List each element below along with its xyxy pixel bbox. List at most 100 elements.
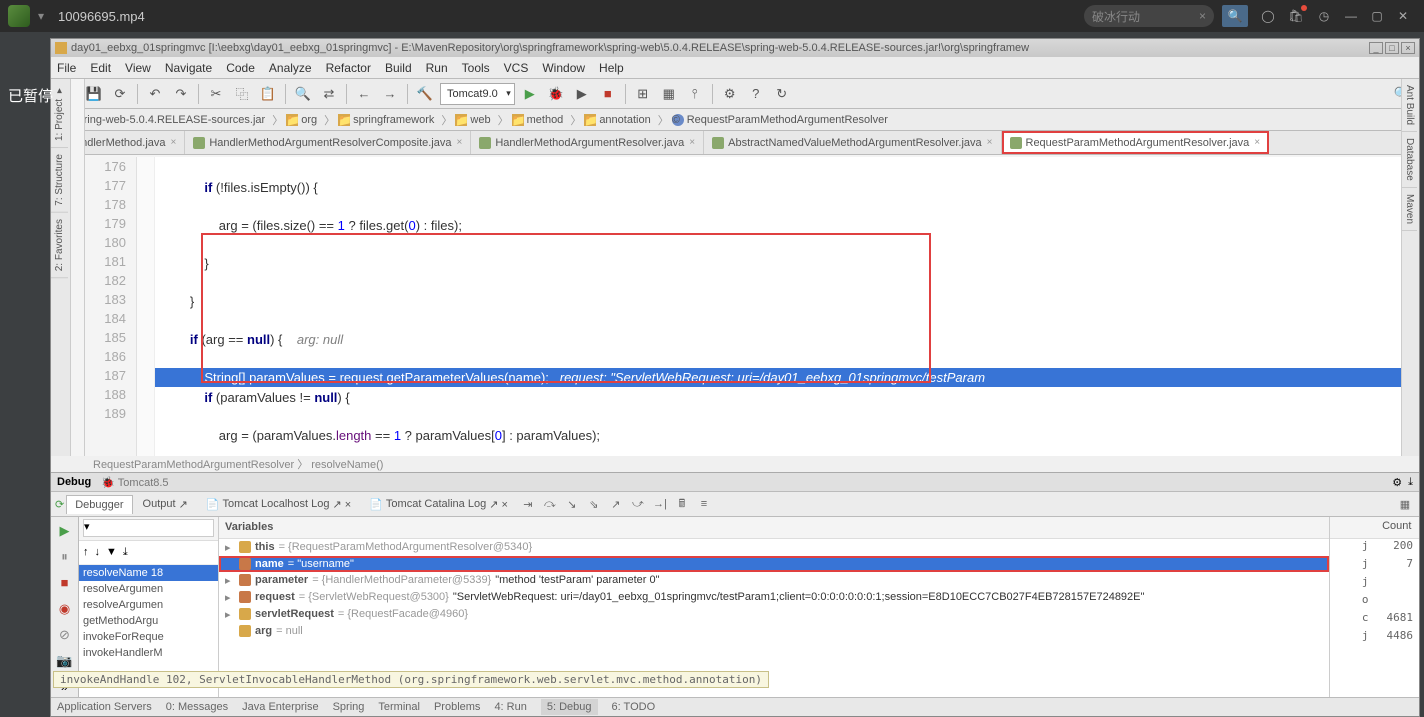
- run-to-cursor-icon[interactable]: →|: [650, 494, 670, 514]
- settings-icon[interactable]: ⚙: [719, 83, 741, 105]
- favorites-tool-tab[interactable]: 2: Favorites: [51, 213, 68, 278]
- frame-0[interactable]: resolveName 18: [79, 565, 218, 581]
- breakpoints-icon[interactable]: ◉: [55, 599, 75, 619]
- database-tab[interactable]: Database: [1402, 132, 1417, 188]
- terminal-tab[interactable]: Terminal: [378, 701, 420, 713]
- menu-analyze[interactable]: Analyze: [269, 61, 312, 75]
- resume-icon[interactable]: ▶: [55, 521, 75, 541]
- tab-2[interactable]: HandlerMethodArgumentResolver.java×: [471, 131, 704, 154]
- crumb-class[interactable]: ©RequestParamMethodArgumentResolver: [672, 114, 888, 126]
- project-tool-tab[interactable]: 1: Project ▾: [51, 79, 68, 148]
- menu-build[interactable]: Build: [385, 61, 412, 75]
- forward-icon[interactable]: →: [379, 83, 401, 105]
- tab-4[interactable]: RequestParamMethodArgumentResolver.java×: [1002, 131, 1270, 154]
- next-frame-icon[interactable]: ↓: [95, 546, 101, 558]
- crumb-method[interactable]: 📁method: [512, 114, 564, 126]
- ide-close-icon[interactable]: ×: [1401, 42, 1415, 54]
- var-name[interactable]: name = "username": [219, 556, 1329, 572]
- app-servers-tab[interactable]: Application Servers: [57, 701, 152, 713]
- todo-tab[interactable]: 6: TODO: [612, 701, 656, 713]
- drop-frame-icon[interactable]: ⤻: [628, 494, 648, 514]
- menu-window[interactable]: Window: [542, 61, 585, 75]
- paste-icon[interactable]: 📋: [257, 83, 279, 105]
- evaluate-icon[interactable]: 🖩: [672, 494, 692, 514]
- spring-tab[interactable]: Spring: [333, 701, 365, 713]
- var-servletRequest[interactable]: ▸ servletRequest = {RequestFacade@4960}: [219, 606, 1329, 623]
- search-button[interactable]: 🔍: [1222, 5, 1248, 27]
- tomcat-local-log-tab[interactable]: 📄 Tomcat Localhost Log ↗ ×: [198, 495, 359, 514]
- step-into-icon[interactable]: ↘: [562, 494, 582, 514]
- ide-maximize-icon[interactable]: □: [1385, 42, 1399, 54]
- frame-2[interactable]: resolveArgumen: [79, 597, 218, 613]
- menu-refactor[interactable]: Refactor: [326, 61, 371, 75]
- step-over-icon[interactable]: ⤼: [540, 494, 560, 514]
- chevron-down-icon[interactable]: ▾: [38, 9, 44, 23]
- menu-navigate[interactable]: Navigate: [165, 61, 212, 75]
- force-step-into-icon[interactable]: ⇘: [584, 494, 604, 514]
- maven-tab[interactable]: Maven: [1402, 188, 1417, 231]
- frame-1[interactable]: resolveArgumen: [79, 581, 218, 597]
- code-content[interactable]: if (!files.isEmpty()) { arg = (files.siz…: [155, 157, 1401, 456]
- clear-search-icon[interactable]: ×: [1199, 9, 1206, 23]
- menu-run[interactable]: Run: [426, 61, 448, 75]
- messages-tab[interactable]: 0: Messages: [166, 701, 228, 713]
- coverage-icon[interactable]: ▶: [571, 83, 593, 105]
- tomcat-catalina-log-tab[interactable]: 📄 Tomcat Catalina Log ↗ ×: [361, 495, 516, 514]
- debug-bottom-tab[interactable]: 5: Debug: [541, 699, 598, 715]
- menu-file[interactable]: File: [57, 61, 76, 75]
- help-icon[interactable]: ?: [745, 83, 767, 105]
- crumb-jar[interactable]: 📦spring-web-5.0.4.RELEASE-sources.jar: [57, 114, 265, 126]
- var-this[interactable]: ▸ this = {RequestParamMethodArgumentReso…: [219, 539, 1329, 556]
- prev-frame-icon[interactable]: ↑: [83, 546, 89, 558]
- build-icon[interactable]: 🔨: [414, 83, 436, 105]
- top-search-box[interactable]: 破冰行动 ×: [1084, 5, 1214, 27]
- cart-icon[interactable]: 🛍: [1287, 7, 1305, 25]
- frame-3[interactable]: getMethodArgu: [79, 613, 218, 629]
- structure-icon[interactable]: ⊞: [632, 83, 654, 105]
- step-out-icon[interactable]: ↗: [606, 494, 626, 514]
- profiler-icon[interactable]: ⫯: [684, 83, 706, 105]
- back-icon[interactable]: ←: [353, 83, 375, 105]
- code-editor[interactable]: 1761771781791801811821831841851861871881…: [85, 157, 1401, 456]
- output-tab[interactable]: Output ↗: [135, 495, 196, 514]
- var-parameter[interactable]: ▸ parameter = {HandlerMethodParameter@53…: [219, 572, 1329, 589]
- minimize-icon[interactable]: —: [1338, 9, 1364, 23]
- tab-1[interactable]: HandlerMethodArgumentResolverComposite.j…: [185, 131, 471, 154]
- var-request[interactable]: ▸ request = {ServletWebRequest@5300} "Se…: [219, 589, 1329, 606]
- maximize-icon[interactable]: ▢: [1364, 9, 1390, 23]
- menu-edit[interactable]: Edit: [90, 61, 111, 75]
- debug-tool-title[interactable]: Debug: [57, 476, 91, 488]
- java-enterprise-tab[interactable]: Java Enterprise: [242, 701, 318, 713]
- cut-icon[interactable]: ✂: [205, 83, 227, 105]
- var-arg[interactable]: arg = null: [219, 623, 1329, 639]
- replace-icon[interactable]: ⇄: [318, 83, 340, 105]
- stop-debug-icon[interactable]: ■: [55, 573, 75, 593]
- crumb-springframework[interactable]: 📁springframework: [338, 114, 434, 126]
- thread-combo[interactable]: ▾: [83, 519, 214, 537]
- pause-icon[interactable]: ⏸: [55, 547, 75, 567]
- trace-icon[interactable]: ≡: [694, 494, 714, 514]
- dump-icon[interactable]: 📷: [55, 651, 75, 671]
- ant-build-tab[interactable]: Ant Build: [1402, 79, 1417, 132]
- run-tab[interactable]: 4: Run: [494, 701, 526, 713]
- find-icon[interactable]: 🔍: [292, 83, 314, 105]
- tab-close-icon[interactable]: ×: [987, 137, 993, 148]
- export-frames-icon[interactable]: ⤓: [123, 546, 128, 559]
- rerun-icon[interactable]: ⟳: [55, 498, 64, 511]
- crumb-annotation[interactable]: 📁annotation: [584, 114, 650, 126]
- problems-tab[interactable]: Problems: [434, 701, 480, 713]
- debug-icon[interactable]: 🐞: [545, 83, 567, 105]
- undo-icon[interactable]: ↶: [144, 83, 166, 105]
- tab-close-icon[interactable]: ×: [171, 137, 177, 148]
- copy-icon[interactable]: ⿻: [231, 83, 253, 105]
- filter-frames-icon[interactable]: ▼: [106, 546, 117, 558]
- frame-5[interactable]: invokeHandlerM: [79, 645, 218, 661]
- close-icon[interactable]: ✕: [1390, 9, 1416, 23]
- sync-icon[interactable]: ⟳: [109, 83, 131, 105]
- tab-3[interactable]: AbstractNamedValueMethodArgumentResolver…: [704, 131, 1001, 154]
- menu-view[interactable]: View: [125, 61, 151, 75]
- menu-vcs[interactable]: VCS: [504, 61, 529, 75]
- debug-hide-icon[interactable]: ⤓: [1408, 476, 1413, 489]
- structure-tool-tab[interactable]: 7: Structure: [51, 148, 68, 213]
- run-icon[interactable]: ▶: [519, 83, 541, 105]
